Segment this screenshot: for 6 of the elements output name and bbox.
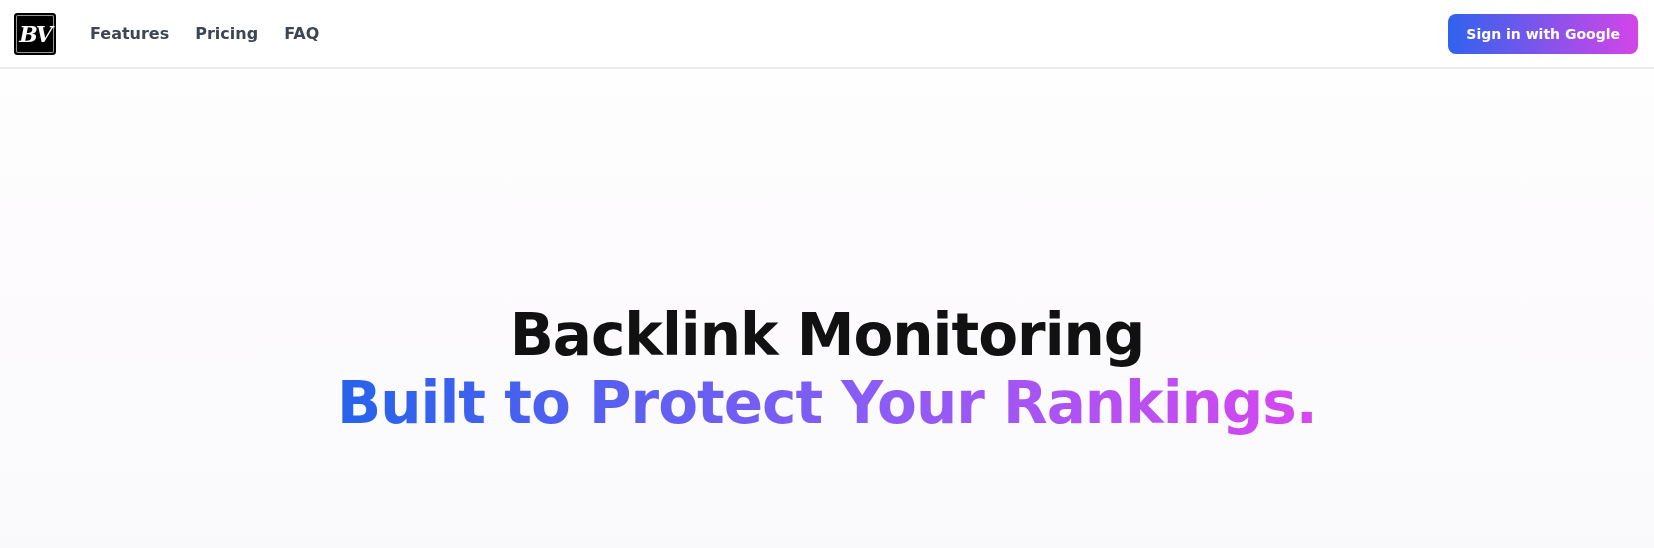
nav-link[interactable]: Features: [90, 24, 170, 43]
nav-link[interactable]: FAQ: [284, 24, 320, 43]
sign-in-button[interactable]: Sign in with Google: [1448, 13, 1638, 54]
hero-title: Backlink Monitoring: [509, 302, 1145, 368]
nav-link[interactable]: Pricing: [195, 24, 259, 43]
logo[interactable]: BV: [14, 12, 56, 55]
